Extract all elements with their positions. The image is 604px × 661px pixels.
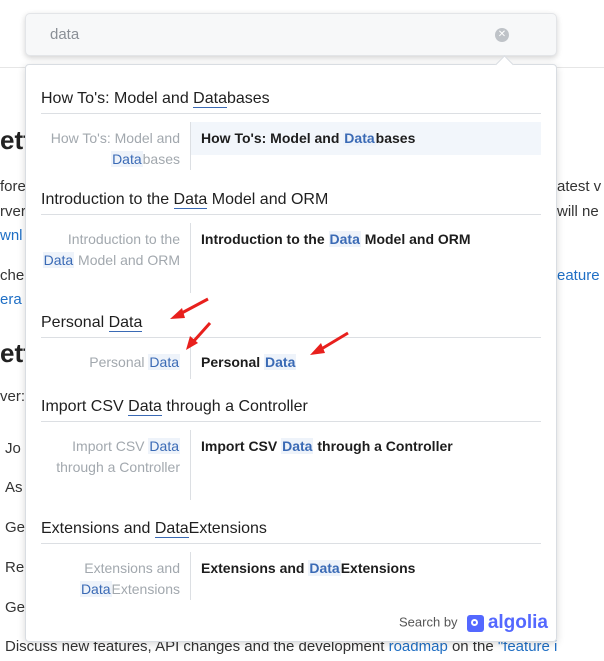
search-bar: ✕ bbox=[25, 13, 557, 56]
search-hit[interactable]: Import CSV Data through a Controller Imp… bbox=[41, 430, 541, 500]
text-fragment: fore bbox=[0, 178, 26, 195]
list-item-fragment: As bbox=[5, 479, 23, 496]
text-fragment: ver: bbox=[0, 388, 26, 405]
search-by-label: Search by bbox=[399, 614, 458, 630]
text-fragment: will ne bbox=[557, 203, 599, 220]
algolia-icon bbox=[467, 614, 485, 632]
hit-title: Personal Data bbox=[201, 354, 297, 370]
list-item-fragment: Ge bbox=[5, 519, 26, 536]
search-hit[interactable]: Personal Data Personal Data bbox=[41, 346, 541, 379]
hit-category-label: Introduction to the Data Model and ORM bbox=[41, 223, 191, 293]
list-item-fragment: Ge bbox=[5, 599, 26, 616]
text-fragment: rver bbox=[0, 203, 26, 220]
text-fragment: atest v bbox=[557, 178, 602, 195]
hit-title: Extensions and DataExtensions bbox=[201, 560, 416, 576]
search-results-dropdown: How To's: Model and Databases How To's: … bbox=[25, 55, 557, 642]
list-item-fragment: Jo bbox=[5, 440, 21, 457]
search-hit[interactable]: Introduction to the Data Model and ORM I… bbox=[41, 223, 541, 293]
clear-circle-icon[interactable]: ✕ bbox=[495, 28, 509, 42]
link-fragment[interactable]: wnl bbox=[0, 227, 23, 244]
algolia-brand[interactable]: algolia bbox=[488, 612, 548, 633]
category-header: Personal Data bbox=[41, 313, 541, 338]
annotation-arrow-icon bbox=[310, 331, 349, 355]
category-header: Extensions and DataExtensions bbox=[41, 519, 541, 544]
link-fragment[interactable]: era bbox=[0, 291, 22, 308]
hit-title: How To's: Model and Databases bbox=[191, 122, 541, 155]
hit-title: Import CSV Data through a Controller bbox=[201, 438, 453, 454]
hit-category-label: Import CSV Data through a Controller bbox=[41, 430, 191, 500]
annotation-arrow-icon bbox=[170, 297, 209, 319]
hit-category-label: Extensions and DataExtensions bbox=[41, 552, 191, 600]
category-header: How To's: Model and Databases bbox=[41, 89, 541, 114]
list-item-fragment: Re bbox=[5, 559, 25, 576]
search-hit[interactable]: Extensions and DataExtensions Extensions… bbox=[41, 552, 541, 600]
annotation-arrow-icon bbox=[186, 321, 212, 350]
search-hit[interactable]: How To's: Model and Databases How To's: … bbox=[41, 122, 541, 170]
hit-title: Introduction to the Data Model and ORM bbox=[201, 231, 471, 247]
hit-category-label: How To's: Model and Databases bbox=[41, 122, 191, 170]
category-header: Import CSV Data through a Controller bbox=[41, 397, 541, 422]
link-fragment[interactable]: eature bbox=[557, 267, 600, 284]
category-header: Introduction to the Data Model and ORM bbox=[41, 190, 541, 215]
search-input[interactable] bbox=[42, 14, 488, 55]
text-fragment: che bbox=[0, 267, 25, 284]
search-footer: Search by algolia bbox=[399, 612, 548, 634]
hit-category-label: Personal Data bbox=[41, 346, 191, 379]
